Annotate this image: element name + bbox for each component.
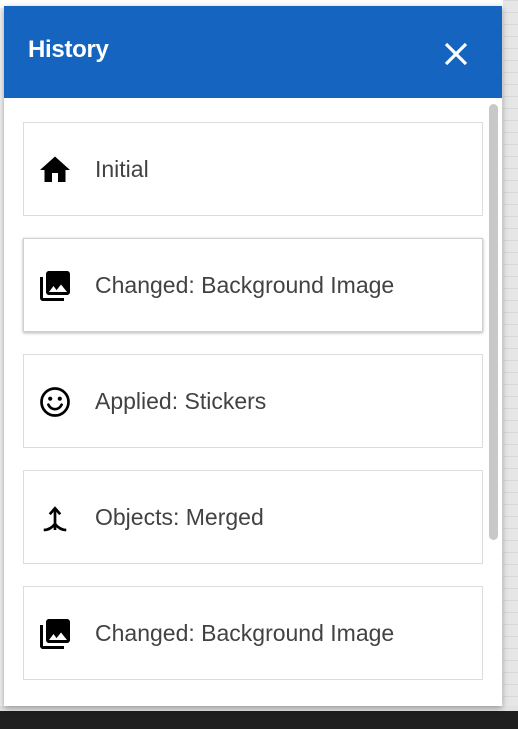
close-button[interactable] [436, 34, 476, 74]
merge-icon [37, 500, 73, 536]
history-panel: History Initial Changed: Background Imag… [4, 6, 502, 706]
panel-title: History [28, 36, 109, 63]
history-item-label: Objects: Merged [95, 504, 264, 530]
history-item-label: Applied: Stickers [95, 388, 267, 414]
photo-library-icon [37, 616, 73, 652]
panel-header: History [4, 6, 502, 98]
smiley-icon [37, 384, 73, 420]
history-screen: History Initial Changed: Background Imag… [0, 0, 518, 729]
history-item-label: Changed: Background Image [95, 620, 395, 646]
close-icon [444, 42, 468, 66]
photo-library-icon [37, 268, 73, 304]
history-item[interactable]: Initial [23, 122, 483, 216]
scrollbar-thumb[interactable] [489, 104, 498, 540]
history-item-label: Initial [95, 156, 149, 182]
history-list[interactable]: Initial Changed: Background Image Applie… [4, 98, 502, 706]
history-item[interactable]: Changed: Background Image [23, 586, 483, 680]
history-item-label: Changed: Background Image [95, 272, 395, 298]
canvas-backdrop-right [503, 0, 518, 729]
history-item[interactable]: Objects: Merged [23, 470, 483, 564]
canvas-backdrop-strip [0, 706, 518, 711]
history-item[interactable]: Applied: Stickers [23, 354, 483, 448]
history-item[interactable]: Changed: Background Image [23, 238, 483, 332]
home-icon [37, 152, 73, 188]
